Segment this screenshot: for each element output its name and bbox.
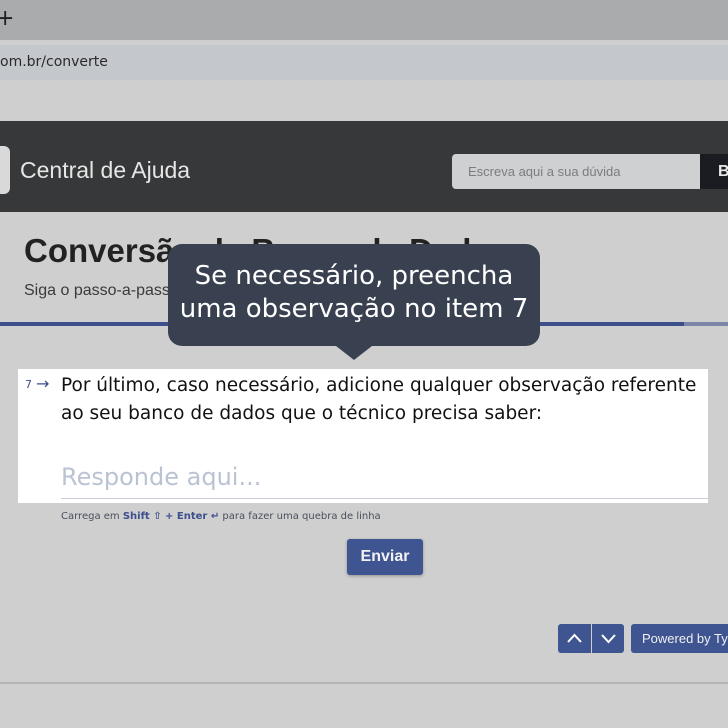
brand-title[interactable]: Central de Ajuda xyxy=(20,157,190,184)
question-text: Por último, caso necessário, adicione qu… xyxy=(61,375,697,424)
footer-area xyxy=(0,684,728,728)
question-card: 7 → Por último, caso necessário, adicion… xyxy=(18,369,708,503)
hint-prefix: Carrega em xyxy=(61,511,123,522)
browser-tab-strip: + xyxy=(0,0,728,40)
search-input[interactable] xyxy=(452,154,700,189)
page-subtitle: Siga o passo-a-passo xyxy=(24,282,179,299)
browser-content-gap xyxy=(0,80,728,121)
address-bar[interactable]: om.br/converte xyxy=(0,45,728,80)
submit-button[interactable]: Enviar xyxy=(347,539,423,575)
powered-by-badge[interactable]: Powered by Typ xyxy=(631,624,728,653)
question-number: 7 xyxy=(25,378,32,391)
tooltip-text: Se necessário, preencha uma observação n… xyxy=(179,261,529,324)
arrow-right-icon: → xyxy=(36,374,50,393)
hint-suffix: para fazer uma quebra de linha xyxy=(219,511,381,522)
instruction-tooltip: Se necessário, preencha uma observação n… xyxy=(168,244,540,360)
new-tab-button[interactable]: + xyxy=(0,6,14,32)
tooltip-arrow xyxy=(336,346,372,360)
site-header: Central de Ajuda B xyxy=(0,121,728,212)
answer-input[interactable] xyxy=(61,455,708,499)
hint-plus: + xyxy=(161,511,177,522)
hint-enter-key: Enter ↵ xyxy=(176,511,220,522)
line-break-hint: Carrega em Shift ⇧ + Enter ↵ para fazer … xyxy=(61,511,381,522)
search-button[interactable]: B xyxy=(700,154,728,189)
chevron-up-icon xyxy=(567,633,582,643)
url-text[interactable]: om.br/converte xyxy=(0,54,108,70)
logo[interactable] xyxy=(0,146,10,194)
next-question-button[interactable] xyxy=(592,624,624,653)
previous-question-button[interactable] xyxy=(558,624,591,653)
hint-shift-key: Shift ⇧ xyxy=(122,511,162,522)
chevron-down-icon xyxy=(601,634,616,644)
